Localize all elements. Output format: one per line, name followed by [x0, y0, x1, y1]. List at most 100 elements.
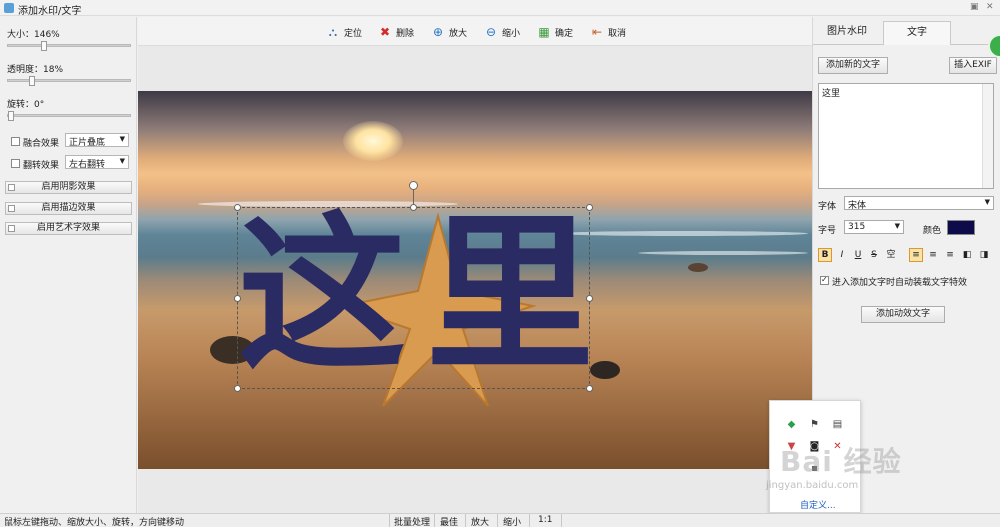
restore-icon[interactable]: ▣ [970, 2, 979, 12]
toggle-icon [8, 184, 15, 191]
opacity-slider[interactable] [7, 76, 131, 86]
toggle-icon [8, 205, 15, 212]
align-left-icon[interactable]: ≡ [909, 248, 923, 262]
tab-image-watermark[interactable]: 图片水印 [813, 21, 881, 45]
chevron-down-icon: ▼ [119, 135, 125, 143]
auto-effect-label: 进入添加文字时自动装载文字特效 [832, 278, 968, 288]
flip-checkbox[interactable] [11, 159, 20, 168]
actual-size-button[interactable]: 1:1 [538, 515, 552, 525]
size-slider-thumb[interactable] [41, 41, 48, 51]
zoom-in-label: 放大 [449, 28, 468, 39]
chevron-down-icon: ▼ [119, 157, 125, 165]
resize-handle-w[interactable] [234, 295, 241, 302]
zoom-out-button[interactable]: ⊖ 缩小 [484, 24, 520, 40]
color-swatch[interactable] [947, 220, 975, 235]
zoom-out-label: 缩小 [502, 28, 521, 39]
align-right-icon[interactable]: ≡ [943, 248, 957, 262]
art-effect-button[interactable]: 启用艺术字效果 [5, 222, 132, 235]
stroke-effect-button[interactable]: 启用描边效果 [5, 202, 132, 215]
divider [389, 514, 390, 527]
underline-button[interactable]: U [851, 248, 865, 262]
size-label: 字号 [818, 226, 837, 236]
layout-left-icon[interactable]: ◧ [960, 248, 974, 262]
text-scrollbar[interactable] [982, 84, 993, 188]
status-hint: 鼠标左键拖动、缩放大小、旋转，方向键移动 [4, 518, 185, 527]
locate-label: 定位 [344, 28, 363, 39]
divider [529, 514, 530, 527]
divider [465, 514, 466, 527]
align-center-icon[interactable]: ≡ [926, 248, 940, 262]
best-fit-button[interactable]: 最佳 [440, 515, 458, 527]
watermark-text-input[interactable]: 这里 [818, 83, 994, 189]
confirm-button[interactable]: ▦ 确定 [537, 24, 573, 40]
bold-button[interactable]: B [818, 248, 832, 262]
flip-checkbox-label: 翻转效果 [23, 161, 60, 171]
delete-button[interactable]: ✖ 删除 [378, 24, 414, 40]
resize-handle-e[interactable] [586, 295, 593, 302]
font-value: 宋体 [848, 201, 867, 211]
zoom-in-icon: ⊕ [432, 25, 444, 39]
cancel-button[interactable]: ⇤ 取消 [590, 24, 626, 40]
film-icon[interactable]: ▤ [832, 419, 843, 430]
opacity-slider-thumb[interactable] [29, 76, 36, 86]
baidu-jingyan-watermark-logo: Bai 经验 [780, 445, 902, 478]
rock [688, 263, 708, 272]
color-label: 颜色 [923, 226, 942, 236]
zoom-out-icon: ⊖ [485, 25, 497, 39]
left-panel: 大小：146% 透明度：18% 旋转：0° 融合效果 正片叠底 ▼ 翻转效果 左右… [0, 17, 137, 513]
rotate-slider[interactable] [7, 111, 131, 121]
font-size-select[interactable]: 315 ▼ [844, 220, 904, 234]
zoom-in-button[interactable]: ⊕ 放大 [431, 24, 467, 40]
italic-button[interactable]: I [835, 248, 849, 262]
resize-handle-ne[interactable] [586, 204, 593, 211]
resize-handle-se[interactable] [586, 385, 593, 392]
delete-label: 删除 [396, 28, 415, 39]
blend-checkbox[interactable] [11, 137, 20, 146]
watermark-text-value: 这里 [822, 89, 841, 99]
status-zoom-in-button[interactable]: 放大 [471, 515, 489, 527]
watermark-text[interactable]: 这里 [238, 194, 594, 394]
font-select[interactable]: 宋体 ▼ [844, 196, 994, 211]
rotate-slider-thumb[interactable] [8, 111, 14, 121]
wave-foam [638, 251, 808, 255]
locate-button[interactable]: ⛬ 定位 [326, 24, 362, 40]
speech-bubble-icon[interactable]: ◆ [786, 419, 797, 430]
shadow-effect-button[interactable]: 启用阴影效果 [5, 181, 132, 194]
add-text-button[interactable]: 添加新的文字 [818, 57, 888, 74]
blend-mode-select[interactable]: 正片叠底 ▼ [65, 133, 129, 148]
resize-handle-n[interactable] [410, 204, 417, 211]
batch-process-button[interactable]: 批量处理 [394, 515, 430, 527]
close-icon[interactable]: ✕ [986, 2, 994, 12]
beach-photo: 这里 [138, 91, 812, 469]
auto-effect-checkbox[interactable]: ✓ [820, 275, 829, 285]
toolbar: ⛬ 定位 ✖ 删除 ⊕ 放大 ⊖ 缩小 ▦ 确定 ⇤ 取消 [138, 17, 812, 46]
insert-exif-button[interactable]: 插入EXIF [949, 57, 997, 74]
resize-handle-nw[interactable] [234, 204, 241, 211]
flip-mode-select[interactable]: 左右翻转 ▼ [65, 155, 129, 170]
resize-handle-sw[interactable] [234, 385, 241, 392]
shadow-effect-label: 启用阴影效果 [41, 182, 96, 192]
cancel-icon: ⇤ [591, 25, 603, 39]
add-effect-text-button[interactable]: 添加动效文字 [861, 306, 945, 323]
status-zoom-out-button[interactable]: 缩小 [503, 515, 521, 527]
stroke-effect-label: 启用描边效果 [41, 203, 96, 213]
size-slider[interactable] [7, 41, 131, 51]
canvas-area[interactable]: 这里 [138, 46, 812, 513]
layout-right-icon[interactable]: ◨ [977, 248, 991, 262]
divider [497, 514, 498, 527]
hollow-button[interactable]: 空 [884, 248, 898, 262]
chevron-down-icon: ▼ [984, 198, 990, 206]
confirm-label: 确定 [555, 28, 574, 39]
blend-checkbox-label: 融合效果 [23, 139, 60, 149]
sun-glow [343, 121, 403, 161]
rotate-handle[interactable] [409, 181, 418, 190]
strike-button[interactable]: S [867, 248, 881, 262]
tab-text[interactable]: 文字 [883, 21, 951, 45]
locate-icon: ⛬ [328, 25, 338, 39]
custom-link[interactable]: 自定义... [800, 498, 836, 511]
app-icon [4, 3, 14, 13]
flag-icon[interactable]: ⚑ [809, 419, 820, 430]
size-label: 大小：146% [7, 30, 60, 40]
font-label: 字体 [818, 202, 837, 212]
watermark-selection[interactable]: 这里 [234, 181, 594, 393]
